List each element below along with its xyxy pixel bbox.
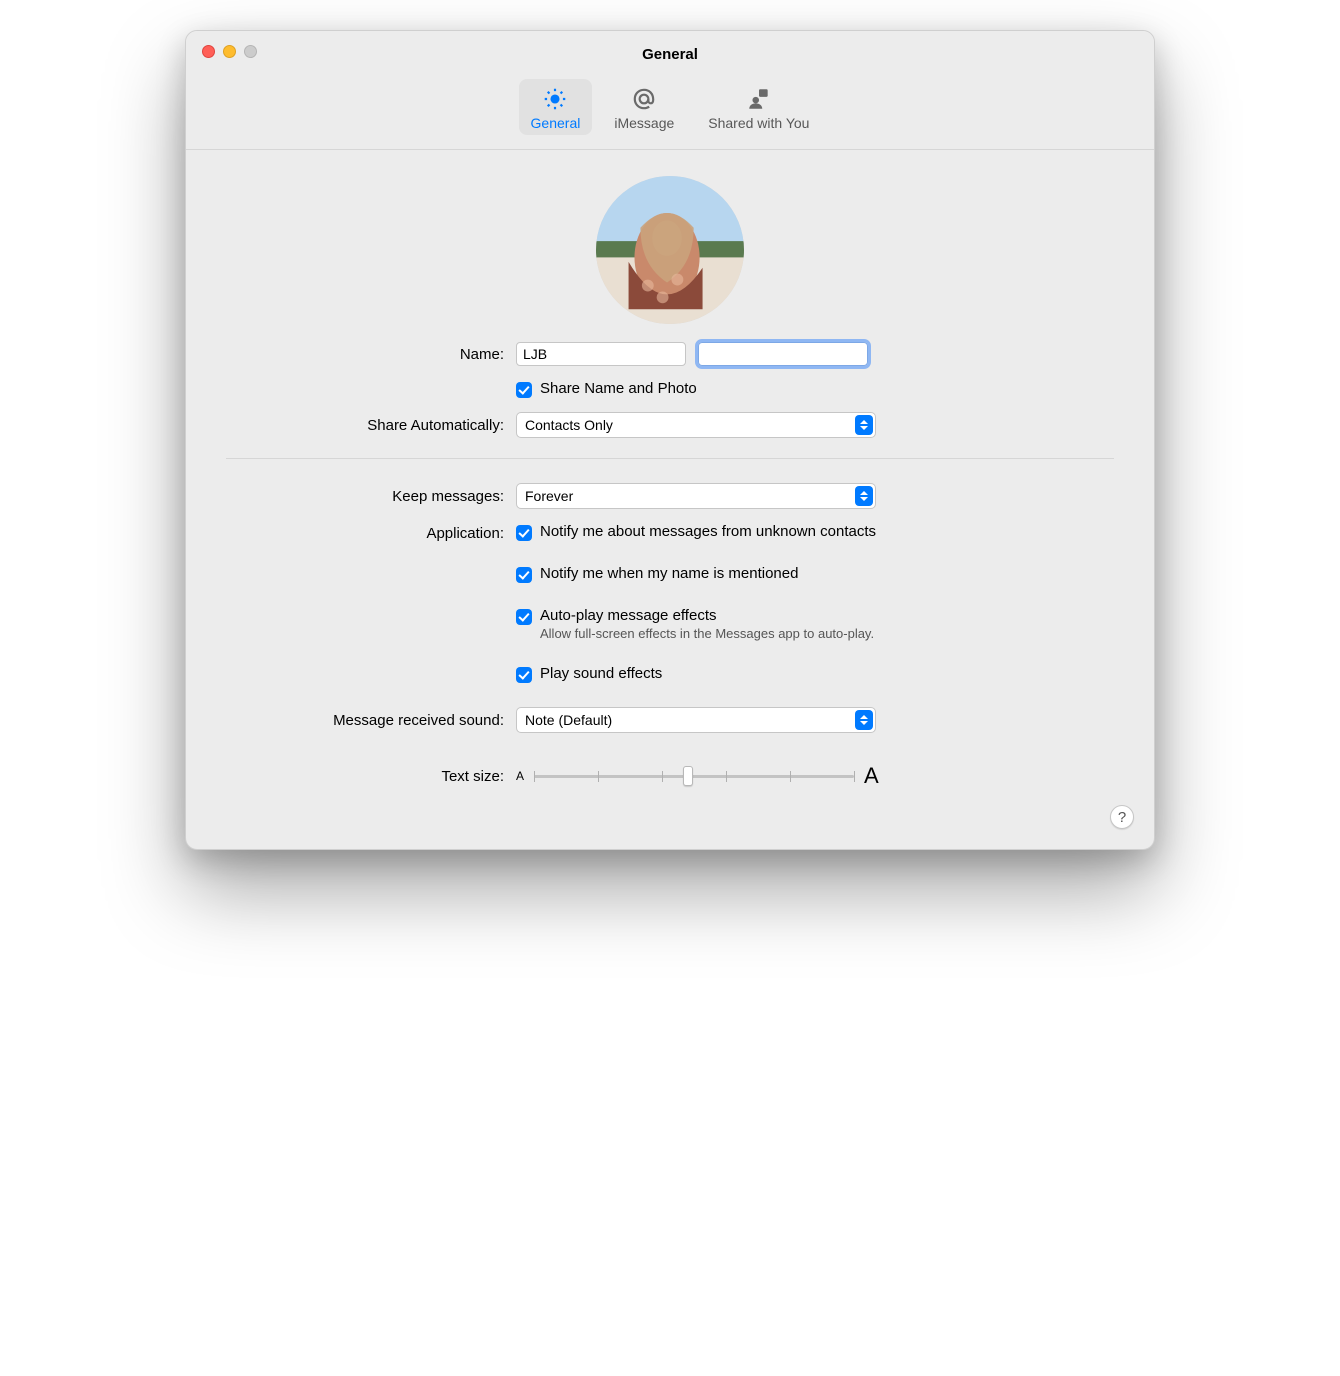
tab-general[interactable]: General xyxy=(519,79,593,135)
play-sound-effects-label: Play sound effects xyxy=(540,665,662,682)
tab-label: Shared with You xyxy=(708,115,809,131)
window-title: General xyxy=(642,46,698,63)
share-automatically-label: Share Automatically: xyxy=(226,417,516,434)
play-sound-effects-checkbox[interactable] xyxy=(516,667,532,683)
autoplay-effects-sublabel: Allow full-screen effects in the Message… xyxy=(540,626,874,641)
toolbar: General iMessage Shared with You xyxy=(186,77,1154,150)
last-name-input[interactable] xyxy=(698,342,868,366)
tab-label: iMessage xyxy=(614,115,674,131)
keep-messages-select[interactable]: Forever xyxy=(516,483,876,509)
share-name-photo-checkbox[interactable] xyxy=(516,382,532,398)
content-area: Name: Share Name and Photo Share Automat… xyxy=(186,150,1154,849)
select-value: Note (Default) xyxy=(525,712,612,728)
select-value: Contacts Only xyxy=(525,417,613,433)
avatar[interactable] xyxy=(596,176,744,324)
at-icon xyxy=(630,85,658,113)
notify-mentioned-label: Notify me when my name is mentioned xyxy=(540,565,798,582)
minimize-button[interactable] xyxy=(223,45,236,58)
people-icon xyxy=(745,85,773,113)
traffic-lights xyxy=(202,45,257,58)
name-label: Name: xyxy=(226,346,516,363)
notify-unknown-label: Notify me about messages from unknown co… xyxy=(540,523,876,540)
select-stepper-icon xyxy=(855,415,873,435)
gear-icon xyxy=(541,85,569,113)
message-sound-label: Message received sound: xyxy=(226,712,516,729)
preferences-window: General General iMessage xyxy=(185,30,1155,850)
tab-imessage[interactable]: iMessage xyxy=(602,79,686,135)
zoom-button[interactable] xyxy=(244,45,257,58)
first-name-input[interactable] xyxy=(516,342,686,366)
share-name-photo-label: Share Name and Photo xyxy=(540,380,697,397)
slider-max-icon: A xyxy=(864,763,879,789)
help-icon: ? xyxy=(1118,809,1126,826)
select-value: Forever xyxy=(525,488,573,504)
slider-min-icon: A xyxy=(516,769,524,783)
keep-messages-label: Keep messages: xyxy=(226,488,516,505)
titlebar: General xyxy=(186,31,1154,77)
share-automatically-select[interactable]: Contacts Only xyxy=(516,412,876,438)
help-button[interactable]: ? xyxy=(1110,805,1134,829)
tab-shared-with-you[interactable]: Shared with You xyxy=(696,79,821,135)
select-stepper-icon xyxy=(855,710,873,730)
slider-knob[interactable] xyxy=(683,766,693,786)
text-size-label: Text size: xyxy=(226,768,516,785)
select-stepper-icon xyxy=(855,486,873,506)
autoplay-effects-checkbox[interactable] xyxy=(516,609,532,625)
divider xyxy=(226,458,1114,459)
message-sound-select[interactable]: Note (Default) xyxy=(516,707,876,733)
autoplay-effects-label: Auto-play message effects xyxy=(540,607,874,624)
tab-label: General xyxy=(531,115,581,131)
application-label: Application: xyxy=(226,523,516,542)
close-button[interactable] xyxy=(202,45,215,58)
text-size-slider[interactable] xyxy=(534,766,854,786)
notify-mentioned-checkbox[interactable] xyxy=(516,567,532,583)
notify-unknown-checkbox[interactable] xyxy=(516,525,532,541)
